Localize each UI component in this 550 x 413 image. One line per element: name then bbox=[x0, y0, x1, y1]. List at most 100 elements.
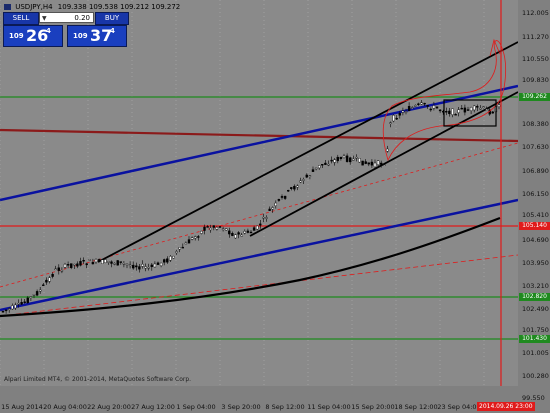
candle-body bbox=[97, 259, 101, 262]
candle-body bbox=[302, 179, 305, 181]
candle-body bbox=[432, 105, 436, 109]
price-tick: 100.280 bbox=[522, 372, 549, 380]
candle-body bbox=[330, 159, 333, 162]
candle-body bbox=[352, 158, 355, 161]
candle-body bbox=[345, 155, 349, 162]
candle-body bbox=[438, 109, 442, 112]
candle-body bbox=[355, 157, 358, 159]
candle-body bbox=[11, 305, 14, 310]
chevron-down-icon[interactable]: ▼ bbox=[42, 13, 47, 24]
mt4-chart-window: USDJPY,H4 109.338 109.538 109.212 109.27… bbox=[0, 0, 550, 413]
price-tick: 103.950 bbox=[522, 259, 549, 267]
candle-body bbox=[448, 110, 451, 115]
candle-body bbox=[280, 196, 284, 198]
candle-body bbox=[414, 105, 417, 107]
volume-field[interactable]: ▼ 0.20 bbox=[39, 12, 94, 23]
candle-body bbox=[246, 230, 250, 233]
candle-body bbox=[271, 207, 274, 210]
candle-body bbox=[305, 174, 308, 178]
candle-body bbox=[479, 107, 482, 110]
candle-body bbox=[389, 122, 392, 124]
price-tick: 109.830 bbox=[522, 76, 549, 84]
candle-body bbox=[45, 279, 48, 283]
symbol-quote: USDJPY,H4 109.338 109.538 109.212 109.27… bbox=[4, 3, 180, 11]
candle-body bbox=[128, 264, 132, 267]
candle-body bbox=[482, 106, 485, 108]
candle-body bbox=[342, 155, 346, 158]
candle-body bbox=[57, 267, 60, 271]
candle-body bbox=[392, 115, 395, 122]
level-label: 109.262 bbox=[519, 93, 550, 101]
candle-body bbox=[100, 259, 104, 264]
blue-channel-lower[interactable] bbox=[0, 198, 518, 312]
candle-body bbox=[54, 268, 57, 271]
bid-price-pips: 26 bbox=[26, 26, 49, 45]
candle-body bbox=[166, 258, 169, 263]
candle-body bbox=[88, 259, 92, 261]
candle-body bbox=[104, 259, 107, 263]
candle-body bbox=[4, 309, 8, 312]
candle-body bbox=[460, 107, 463, 110]
price-tick: 110.550 bbox=[522, 55, 549, 63]
candle-body bbox=[175, 251, 178, 254]
candle-body bbox=[435, 106, 439, 109]
buy-button[interactable]: BUY bbox=[95, 12, 129, 25]
candle-body bbox=[203, 226, 206, 231]
level-label: 101.430 bbox=[519, 335, 550, 343]
candle-body bbox=[200, 230, 203, 234]
candle-body bbox=[131, 264, 135, 269]
candle-body bbox=[268, 208, 271, 211]
candle-body bbox=[311, 169, 315, 172]
candle-body bbox=[364, 161, 367, 164]
price-tick: 99.550 bbox=[522, 394, 545, 402]
candle-body bbox=[324, 162, 327, 165]
candle-body bbox=[144, 266, 147, 269]
sell-button[interactable]: SELL bbox=[3, 12, 39, 25]
candle-body bbox=[417, 103, 420, 105]
candle-body bbox=[125, 263, 129, 266]
candle-body bbox=[14, 304, 17, 309]
candle-body bbox=[321, 164, 324, 166]
bid-price-fraction: 4 bbox=[46, 27, 51, 35]
candle-body bbox=[249, 231, 253, 234]
one-click-trading-panel: SELL ▼ 0.20 BUY 109 26 4 109 37 4 bbox=[3, 12, 129, 47]
ask-price-fraction: 4 bbox=[110, 27, 115, 35]
candle-body bbox=[407, 106, 411, 111]
candle-body bbox=[283, 195, 287, 199]
candle-body bbox=[20, 302, 23, 305]
volume-value: 0.20 bbox=[74, 14, 90, 22]
time-tick: 20 Aug 04:00 bbox=[43, 403, 87, 411]
symbol-name: USDJPY,H4 bbox=[15, 3, 53, 11]
bid-price-button[interactable]: 109 26 4 bbox=[3, 25, 63, 47]
candle-body bbox=[426, 105, 429, 107]
candle-body bbox=[119, 261, 123, 263]
time-tick: 15 Sep 20:00 bbox=[351, 403, 395, 411]
candle-body bbox=[209, 227, 212, 231]
price-tick: 103.210 bbox=[522, 282, 549, 290]
candle-body bbox=[153, 263, 157, 268]
candle-body bbox=[116, 260, 119, 266]
candle-body bbox=[401, 110, 405, 113]
candle-body bbox=[274, 202, 277, 206]
candle-body bbox=[373, 162, 377, 168]
candle-body bbox=[367, 162, 370, 165]
candle-body bbox=[296, 185, 299, 188]
candle-body bbox=[457, 109, 460, 113]
candle-body bbox=[466, 109, 470, 111]
candle-body bbox=[212, 225, 216, 228]
candle-body bbox=[1, 311, 5, 313]
candle-body bbox=[184, 242, 188, 245]
candle-body bbox=[497, 104, 501, 107]
candle-body bbox=[398, 113, 401, 116]
dark-red-trendline[interactable] bbox=[0, 128, 518, 143]
candle-body bbox=[178, 247, 181, 250]
chart-canvas[interactable] bbox=[0, 0, 518, 386]
ask-price-button[interactable]: 109 37 4 bbox=[67, 25, 127, 47]
price-tick: 101.750 bbox=[522, 326, 549, 334]
candle-body bbox=[370, 161, 374, 166]
candle-body bbox=[287, 190, 290, 192]
blue-channel-upper[interactable] bbox=[0, 84, 518, 202]
candle-body bbox=[26, 297, 29, 304]
candle-body bbox=[454, 114, 457, 116]
ask-price-pips: 37 bbox=[90, 26, 113, 45]
